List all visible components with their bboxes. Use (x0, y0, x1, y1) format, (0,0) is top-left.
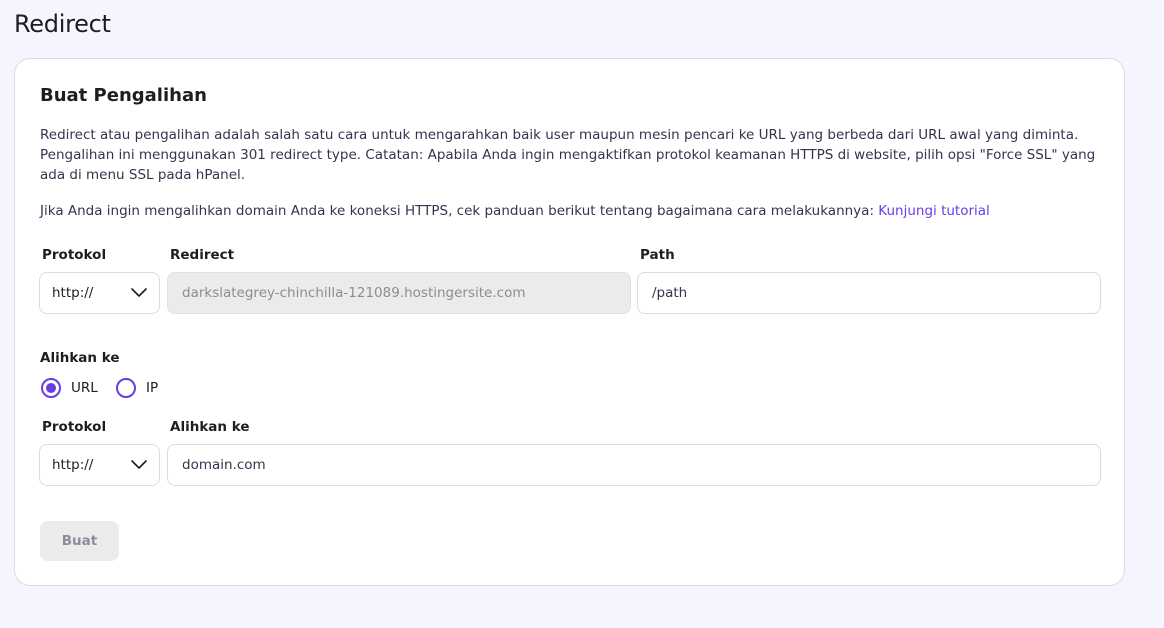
redirect-label: Redirect (170, 247, 235, 263)
source-protocol-label: Protokol (42, 247, 107, 263)
chevron-down-icon (131, 285, 147, 301)
target-protocol-value: http:// (52, 457, 94, 473)
redirect-domain-field: darkslategrey-chinchilla-121089.hostinge… (167, 272, 631, 314)
redirect-to-section-label: Alihkan ke (40, 350, 120, 366)
radio-url[interactable] (41, 378, 61, 398)
radio-option-url[interactable]: URL (41, 378, 98, 398)
https-note: Jika Anda ingin mengalihkan domain Anda … (40, 201, 1102, 221)
source-protocol-value: http:// (52, 285, 94, 301)
card-title: Buat Pengalihan (40, 85, 207, 106)
description-text: Redirect atau pengalihan adalah salah sa… (40, 127, 1096, 183)
target-protocol-select[interactable]: http:// (39, 444, 160, 486)
path-input[interactable]: /path (637, 272, 1101, 314)
target-label: Alihkan ke (170, 419, 250, 435)
https-note-text: Jika Anda ingin mengalihkan domain Anda … (40, 203, 874, 219)
create-redirect-card: Buat Pengalihan Redirect atau pengalihan… (14, 58, 1125, 586)
radio-option-ip[interactable]: IP (116, 378, 158, 398)
radio-url-label: URL (71, 380, 98, 396)
path-placeholder: /path (652, 285, 688, 301)
target-url-input[interactable]: domain.com (167, 444, 1101, 486)
chevron-down-icon (131, 457, 147, 473)
page-title: Redirect (14, 10, 111, 38)
radio-ip-label: IP (146, 380, 159, 396)
create-button[interactable]: Buat (40, 521, 119, 561)
tutorial-link[interactable]: Kunjungi tutorial (878, 203, 990, 219)
path-label: Path (640, 247, 675, 263)
redirect-domain-value: darkslategrey-chinchilla-121089.hostinge… (182, 285, 526, 301)
source-protocol-select[interactable]: http:// (39, 272, 160, 314)
radio-ip[interactable] (116, 378, 136, 398)
target-protocol-label: Protokol (42, 419, 107, 435)
target-url-placeholder: domain.com (182, 457, 266, 473)
